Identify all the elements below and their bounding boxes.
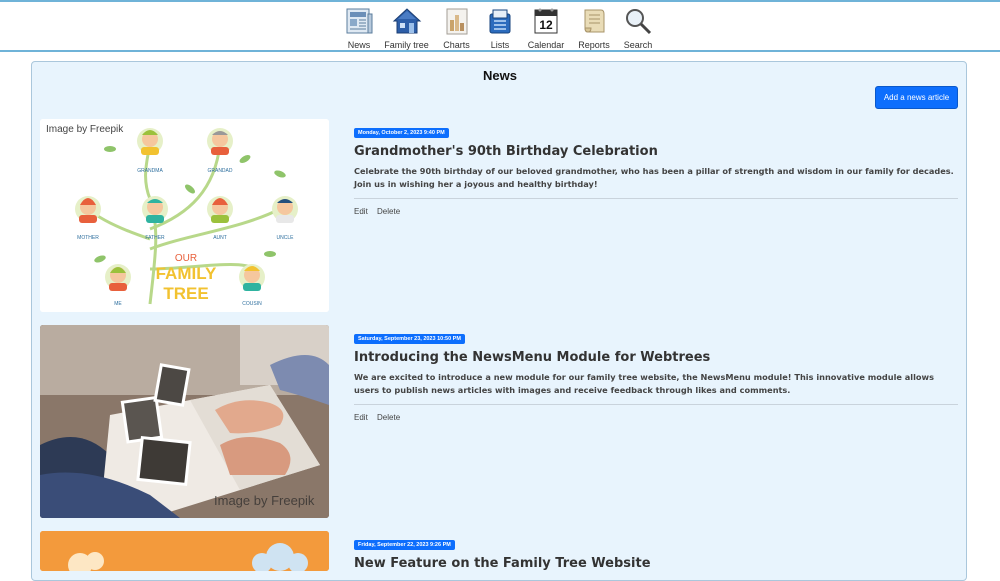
article-text: We are excited to introduce a new module… [354, 372, 934, 395]
article-actions: Edit Delete [354, 413, 958, 422]
news-article: Image by Freepik Saturday, September 23,… [40, 325, 958, 518]
menu-item-news[interactable]: News [339, 6, 379, 50]
news-panel: News Add a news article GRANDMA GRANDAD … [31, 61, 967, 581]
lists-icon [489, 9, 511, 34]
reports-icon [584, 9, 605, 33]
article-actions: Edit Delete [354, 207, 958, 216]
cousin-avatar: COUSIN [239, 264, 265, 307]
tree-label: COUSIN [242, 301, 262, 307]
tree-label: UNCLE [277, 235, 295, 241]
article-title[interactable]: Grandmother's 90th Birthday Celebration [354, 144, 958, 159]
tree-label: OUR [175, 253, 197, 264]
article-image[interactable] [40, 531, 329, 571]
date-badge: Monday, October 2, 2023 9:40 PM [354, 128, 449, 138]
menu-item-calendar[interactable]: 12 Calendar [521, 6, 571, 50]
article-illustration [40, 531, 329, 571]
menu-item-lists[interactable]: Lists [479, 6, 521, 50]
house-icon [392, 8, 421, 34]
menu-item-search[interactable]: Search [617, 6, 659, 50]
article-title[interactable]: Introducing the NewsMenu Module for Webt… [354, 350, 958, 365]
article-title[interactable]: New Feature on the Family Tree Website [354, 556, 958, 571]
menu-label: Family tree [384, 40, 429, 50]
menu-label: Reports [578, 40, 610, 50]
divider [354, 198, 958, 199]
tree-label: GRANDMA [137, 168, 163, 174]
divider [354, 404, 958, 405]
article-body: Friday, September 22, 2023 9:26 PM New F… [354, 531, 958, 571]
menu-label: Charts [443, 40, 470, 50]
charts-icon [446, 8, 467, 35]
news-article: Friday, September 22, 2023 9:26 PM New F… [40, 531, 958, 571]
tree-label: FATHER [145, 235, 165, 241]
article-image[interactable]: Image by Freepik [40, 325, 329, 518]
delete-link[interactable]: Delete [377, 207, 400, 216]
menu-item-reports[interactable]: Reports [571, 6, 617, 50]
delete-link[interactable]: Delete [377, 413, 400, 422]
tree-label: MOTHER [77, 235, 99, 241]
tree-label: ME [114, 301, 122, 307]
article-body: Monday, October 2, 2023 9:40 PM Grandmot… [354, 119, 958, 216]
article-image[interactable]: GRANDMA GRANDAD MOTHER FATHER AUNT UNCLE… [40, 119, 329, 312]
top-menu-bar: News Family tree Charts Lists 12 Calenda… [0, 0, 1000, 52]
photo-album-photo [40, 325, 329, 518]
article-body: Saturday, September 23, 2023 10:50 PM In… [354, 325, 958, 422]
main-menu: News Family tree Charts Lists 12 Calenda… [339, 6, 659, 50]
date-badge: Saturday, September 23, 2023 10:50 PM [354, 334, 465, 344]
image-caption: Image by Freepik [46, 124, 124, 135]
article-text: Celebrate the 90th birthday of our belov… [354, 166, 954, 189]
add-news-article-button[interactable]: Add a news article [875, 86, 958, 109]
menu-item-charts[interactable]: Charts [434, 6, 479, 50]
news-icon [346, 8, 373, 34]
edit-link[interactable]: Edit [354, 207, 368, 216]
menu-label: News [347, 40, 371, 50]
menu-item-family-tree[interactable]: Family tree [379, 6, 434, 50]
date-badge: Friday, September 22, 2023 9:26 PM [354, 540, 455, 550]
menu-label: Lists [490, 40, 510, 50]
tree-label: TREE [163, 284, 208, 303]
news-article: GRANDMA GRANDAD MOTHER FATHER AUNT UNCLE… [40, 119, 958, 312]
tree-label: FAMILY [156, 264, 217, 283]
edit-link[interactable]: Edit [354, 413, 368, 422]
menu-label: Calendar [527, 40, 565, 50]
family-tree-illustration: GRANDMA GRANDAD MOTHER FATHER AUNT UNCLE… [40, 119, 329, 312]
search-icon [626, 9, 652, 35]
tree-label: AUNT [213, 235, 227, 241]
tree-label: GRANDAD [207, 168, 232, 174]
calendar-day: 12 [539, 18, 553, 32]
calendar-icon: 12 [534, 8, 558, 34]
menu-label: Search [623, 40, 653, 50]
page-title: News [483, 68, 517, 83]
image-caption: Image by Freepik [214, 493, 315, 508]
